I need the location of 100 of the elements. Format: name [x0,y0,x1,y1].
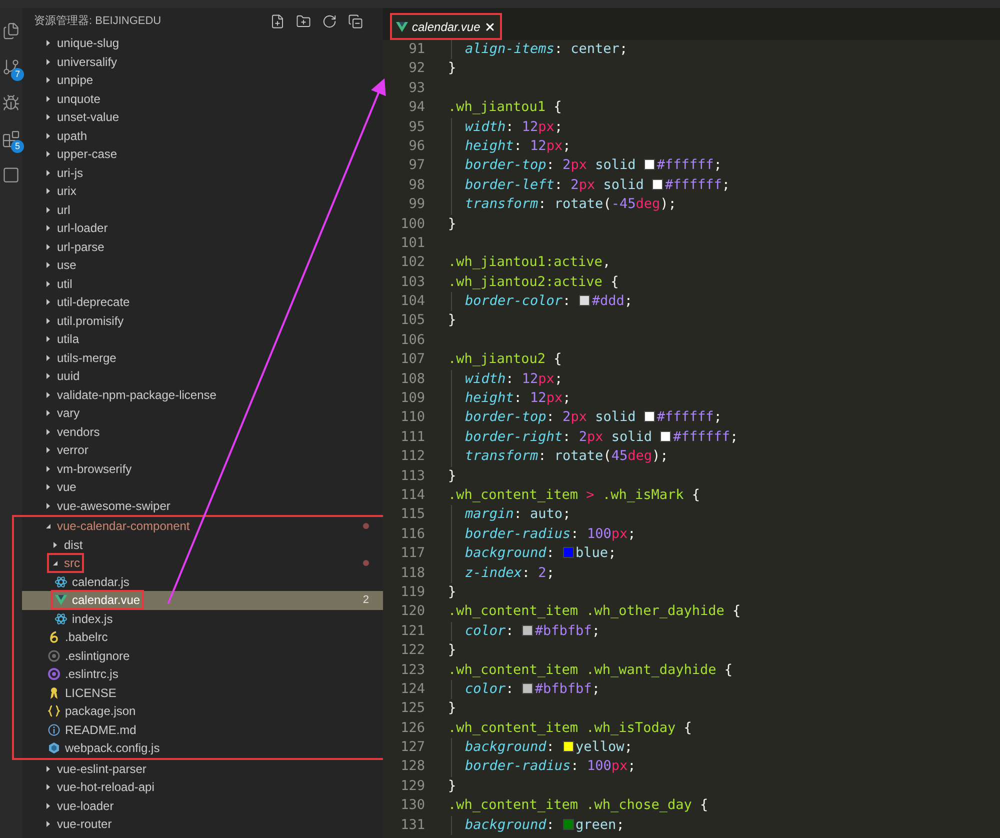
color-swatch[interactable] [644,411,655,422]
tree-label: vue-hot-reload-api [57,779,154,796]
tree-row[interactable]: url [22,200,383,219]
tree-row[interactable]: upath [22,126,383,145]
color-swatch[interactable] [562,547,574,558]
collapsed-triangle-icon[interactable] [44,280,52,288]
tree-row[interactable]: vue-calendar-component [22,517,383,536]
branch-icon[interactable] [2,58,20,76]
collapsed-triangle-icon[interactable] [44,298,52,306]
square-icon[interactable] [2,166,20,184]
tree-row[interactable]: .babelrc [22,628,383,646]
tree-row[interactable]: util.promisify [22,312,383,330]
collapsed-triangle-icon[interactable] [44,783,52,792]
tree-row[interactable]: dist [22,536,383,554]
collapsed-triangle-icon[interactable] [44,113,52,122]
color-swatch[interactable] [562,741,574,752]
collapsed-triangle-icon[interactable] [44,242,52,251]
tree-row[interactable]: util-deprecate [22,293,383,312]
tree-row[interactable]: verror [22,441,383,460]
tree-row[interactable]: vary [22,404,383,422]
collapsed-triangle-icon[interactable] [44,354,52,362]
code-line: margin: auto; [465,505,571,524]
collapsed-triangle-icon[interactable] [44,187,52,196]
collapsed-triangle-icon[interactable] [44,464,52,473]
collapsed-triangle-icon[interactable] [44,58,52,66]
tree-row[interactable]: package.json [22,702,383,720]
tree-row[interactable]: unpipe [22,71,383,90]
collapsed-triangle-icon[interactable] [44,94,52,103]
collapsed-triangle-icon[interactable] [44,446,52,454]
tree-row[interactable]: vue-awesome-swiper [22,496,383,515]
collapsed-triangle-icon[interactable] [44,168,52,177]
tree-row[interactable]: unquote [22,90,383,108]
collapsed-triangle-icon[interactable] [44,316,52,325]
tree-row[interactable]: uri-js [22,164,383,182]
collapsed-triangle-icon[interactable] [44,802,52,810]
tree-row[interactable]: calendar.vue 2 [22,591,383,610]
tree-row[interactable]: unset-value [22,108,383,126]
collapsed-triangle-icon[interactable] [44,390,52,399]
tree-row[interactable]: vue [22,478,383,496]
line-number: 108 [400,370,425,389]
files-icon[interactable] [2,22,20,40]
tree-row[interactable]: url-loader [22,219,383,238]
new-file-icon[interactable] [270,14,285,28]
collapsed-triangle-icon[interactable] [44,150,52,158]
tree-row[interactable]: src [22,554,383,572]
new-folder-icon[interactable] [296,14,311,28]
expanded-triangle-icon[interactable] [51,559,59,568]
tree-row[interactable]: vendors [22,422,383,441]
color-swatch[interactable] [522,624,533,636]
tree-row[interactable]: vue-loader [22,796,383,815]
color-swatch[interactable] [660,430,672,442]
tree-row[interactable]: unique-slug [22,34,383,52]
tree-row[interactable]: .eslintrc.js [22,665,383,684]
tree-row[interactable]: calendar.js [22,572,383,591]
color-swatch[interactable] [522,682,533,694]
color-swatch[interactable] [644,159,655,170]
collapsed-triangle-icon[interactable] [44,428,52,436]
blocks-icon[interactable] [2,130,20,148]
tree-row[interactable]: vue-router [22,815,383,834]
collapsed-triangle-icon[interactable] [44,206,52,214]
tree-row[interactable]: use [22,256,383,274]
close-icon[interactable] [484,20,496,32]
color-swatch[interactable] [652,178,663,190]
collapsed-triangle-icon[interactable] [44,502,52,510]
collapse-all-icon[interactable] [348,14,363,28]
bug-icon[interactable] [2,94,20,112]
tree-row[interactable]: utils-merge [22,348,383,367]
collapsed-triangle-icon[interactable] [44,39,52,48]
color-swatch[interactable] [578,295,590,306]
collapsed-triangle-icon[interactable] [44,335,52,344]
tree-row[interactable]: README.md [22,720,383,739]
collapsed-triangle-icon[interactable] [44,820,52,828]
color-swatch[interactable] [562,818,574,830]
tree-row[interactable]: webpack.config.js [22,739,383,758]
collapsed-triangle-icon[interactable] [44,132,52,140]
tree-row[interactable]: .eslintignore [22,646,383,665]
collapsed-triangle-icon[interactable] [44,261,52,270]
tree-row[interactable]: universalify [22,52,383,71]
collapsed-triangle-icon[interactable] [44,409,52,418]
tree-row[interactable]: validate-npm-package-license [22,386,383,404]
collapsed-triangle-icon[interactable] [44,372,52,380]
tree-row[interactable]: vm-browserify [22,460,383,478]
tree-row[interactable]: urix [22,182,383,200]
collapsed-triangle-icon[interactable] [51,540,59,549]
tree-row[interactable]: url-parse [22,238,383,256]
tree-row[interactable]: vue-hot-reload-api [22,778,383,796]
tree-row[interactable]: vue-eslint-parser [22,760,383,778]
collapsed-triangle-icon[interactable] [44,76,52,84]
tree-row[interactable]: util [22,274,383,293]
tree-row[interactable]: uuid [22,367,383,386]
editor-tab[interactable]: calendar.vue [390,13,502,40]
tree-row[interactable]: utila [22,330,383,348]
expanded-triangle-icon[interactable] [44,522,52,530]
collapsed-triangle-icon[interactable] [44,764,52,773]
collapsed-triangle-icon[interactable] [44,483,52,492]
refresh-icon[interactable] [322,14,337,28]
tree-row[interactable]: upper-case [22,145,383,164]
tree-row[interactable]: index.js [22,610,383,628]
tree-row[interactable]: LICENSE [22,684,383,702]
collapsed-triangle-icon[interactable] [44,224,52,232]
